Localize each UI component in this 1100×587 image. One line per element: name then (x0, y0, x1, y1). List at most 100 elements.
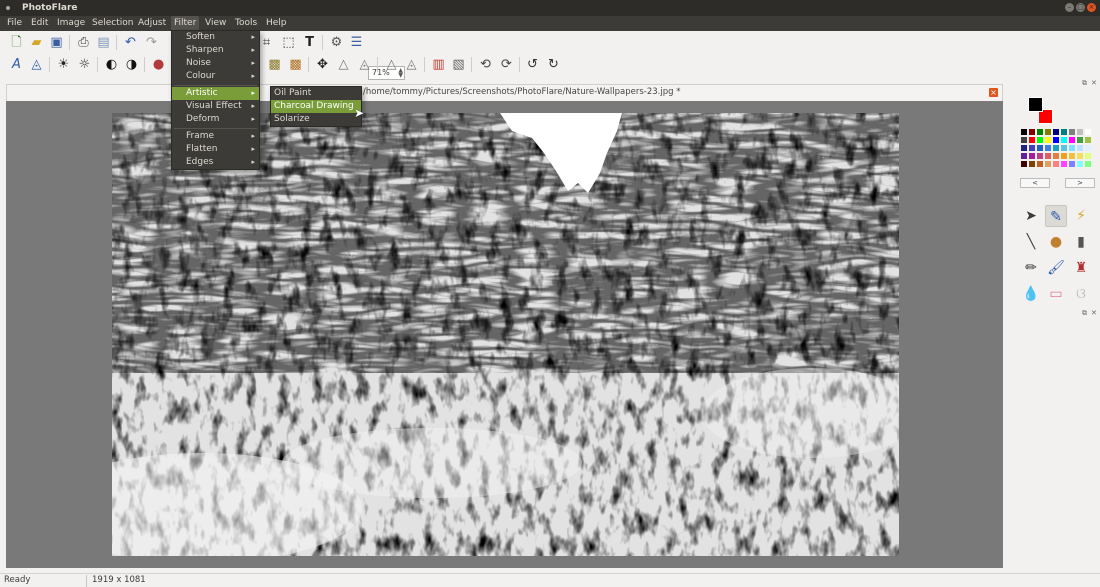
saturation-icon[interactable]: ● (150, 56, 167, 73)
scan-icon[interactable]: ▤ (95, 34, 112, 51)
palette-swatch[interactable] (1060, 160, 1068, 168)
palette-swatch[interactable] (1068, 152, 1076, 160)
text-tool-icon[interactable]: T (301, 34, 318, 51)
menu-edit[interactable]: Edit (28, 16, 51, 31)
filter-menu-item-visual-effect[interactable]: Visual Effect ▸ (172, 100, 259, 113)
palette-swatch[interactable] (1076, 160, 1084, 168)
dock-float-icon[interactable]: ⧉ (1082, 309, 1087, 318)
layers-icon[interactable]: ☰ (348, 34, 365, 51)
menu-selection[interactable]: Selection (89, 16, 136, 31)
palette-swatch[interactable] (1036, 128, 1044, 136)
palette-swatch[interactable] (1036, 136, 1044, 144)
move-icon[interactable]: ✥ (314, 56, 331, 73)
palette-swatch[interactable] (1052, 160, 1060, 168)
flip-horizontal-icon[interactable]: △ (383, 56, 400, 73)
palette-swatch[interactable] (1060, 136, 1068, 144)
spray-can-tool-icon[interactable]: ▮ (1070, 231, 1092, 253)
magic-wand-tool-icon[interactable]: ⚡ (1070, 205, 1092, 227)
select-icon[interactable]: ⬚ (280, 34, 297, 51)
filter-menu-item-noise[interactable]: Noise ▸ (172, 57, 259, 70)
pencil-tool-icon[interactable]: ✏ (1020, 257, 1042, 279)
redo-icon[interactable]: ↷ (143, 34, 160, 51)
palette-swatch[interactable] (1036, 144, 1044, 152)
new-file-icon[interactable]: 🗋 (8, 34, 25, 51)
rotate-ccw-icon[interactable]: ↺ (524, 56, 541, 73)
paint-brush-tool-icon[interactable]: 🖌 (1045, 257, 1067, 279)
filter-menu-item-artistic[interactable]: Artistic ▸ (172, 87, 259, 100)
filter-menu-item-flatten[interactable]: Flatten ▸ (172, 143, 259, 156)
palette-swatch[interactable] (1068, 160, 1076, 168)
sepia-icon[interactable]: ▩ (266, 56, 283, 73)
palette-swatch[interactable] (1028, 136, 1036, 144)
minimize-button[interactable]: – (1065, 3, 1074, 12)
filter-menu-item-colour[interactable]: Colour ▸ (172, 70, 259, 83)
palette-swatch[interactable] (1044, 144, 1052, 152)
palette-next-button[interactable]: > (1065, 178, 1095, 188)
triangle-alt-icon[interactable]: ◬ (356, 56, 373, 73)
palette-swatch[interactable] (1028, 144, 1036, 152)
artistic-item-solarize[interactable]: Solarize (271, 113, 361, 126)
palette-swatch[interactable] (1028, 160, 1036, 168)
save-icon[interactable]: ▣ (48, 34, 65, 51)
dock-close-icon[interactable]: ✕ (1091, 309, 1097, 317)
artistic-item-oil-paint[interactable]: Oil Paint (271, 87, 361, 100)
brightness-up-icon[interactable]: ☀ (55, 56, 72, 73)
palette-swatch[interactable] (1076, 136, 1084, 144)
rotate-cw-icon[interactable]: ↻ (545, 56, 562, 73)
menu-help[interactable]: Help (263, 16, 290, 31)
blur-drop-tool-icon[interactable]: 💧 (1020, 283, 1042, 305)
open-folder-icon[interactable]: ▰ (28, 34, 45, 51)
palette-swatch[interactable] (1060, 152, 1068, 160)
palette-swatch[interactable] (1020, 144, 1028, 152)
pointer-tool-icon[interactable]: ➤ (1020, 205, 1042, 227)
palette-swatch[interactable] (1084, 136, 1092, 144)
menu-filter[interactable]: Filter (171, 16, 200, 31)
dock-float-icon[interactable]: ⧉ (1082, 79, 1087, 88)
palette-swatch[interactable] (1028, 152, 1036, 160)
palette-swatch[interactable] (1084, 160, 1092, 168)
smudge-tool-icon[interactable]: ● (1045, 231, 1067, 253)
color-channels-icon[interactable]: ▥ (430, 56, 447, 73)
contrast-down-icon[interactable]: ◑ (123, 56, 140, 73)
filter-menu-item-sharpen[interactable]: Sharpen ▸ (172, 44, 259, 57)
palette-swatch[interactable] (1020, 160, 1028, 168)
palette-swatch[interactable] (1084, 152, 1092, 160)
print-icon[interactable]: ⎙ (75, 34, 92, 51)
document-tab[interactable]: /home/tommy/Pictures/Screenshots/PhotoFl… (6, 84, 1003, 101)
palette-swatch[interactable] (1068, 136, 1076, 144)
close-document-icon[interactable]: × (989, 88, 998, 97)
crop-icon[interactable]: ⌗ (258, 34, 275, 51)
palette-swatch[interactable] (1060, 144, 1068, 152)
palette-swatch[interactable] (1068, 128, 1076, 136)
primary-color-swatch[interactable] (1028, 97, 1043, 112)
palette-swatch[interactable] (1028, 128, 1036, 136)
menu-file[interactable]: File (4, 16, 25, 31)
eraser-tool-icon[interactable]: ▭ (1045, 283, 1067, 305)
palette-swatch[interactable] (1052, 128, 1060, 136)
gradient-icon[interactable]: ▧ (450, 56, 467, 73)
palette-swatch[interactable] (1044, 128, 1052, 136)
palette-swatch[interactable] (1052, 152, 1060, 160)
auto-contrast-icon[interactable]: ◬ (28, 56, 45, 73)
rotate-right-icon[interactable]: ⟳ (498, 56, 515, 73)
contrast-up-icon[interactable]: ◐ (103, 56, 120, 73)
palette-swatch[interactable] (1052, 144, 1060, 152)
dock-close-icon[interactable]: ✕ (1091, 79, 1097, 87)
photo-filter-icon[interactable]: ▩ (287, 56, 304, 73)
palette-swatch[interactable] (1076, 144, 1084, 152)
palette-swatch[interactable] (1020, 128, 1028, 136)
filter-menu-item-edges[interactable]: Edges ▸ (172, 156, 259, 169)
color-picker-tool-icon[interactable]: ✎ (1045, 205, 1067, 227)
palette-swatch[interactable] (1060, 128, 1068, 136)
palette-swatch[interactable] (1036, 152, 1044, 160)
flip-vertical-icon[interactable]: ◬ (403, 56, 420, 73)
filter-menu-item-deform[interactable]: Deform ▸ (172, 113, 259, 126)
maximize-button[interactable]: □ (1076, 3, 1085, 12)
menu-view[interactable]: View (202, 16, 229, 31)
palette-swatch[interactable] (1044, 160, 1052, 168)
palette-prev-button[interactable]: < (1020, 178, 1050, 188)
artistic-item-charcoal-drawing[interactable]: Charcoal Drawing (271, 100, 361, 113)
palette-swatch[interactable] (1076, 128, 1084, 136)
menu-tools[interactable]: Tools (232, 16, 260, 31)
settings-gear-icon[interactable]: ⚙ (328, 34, 345, 51)
